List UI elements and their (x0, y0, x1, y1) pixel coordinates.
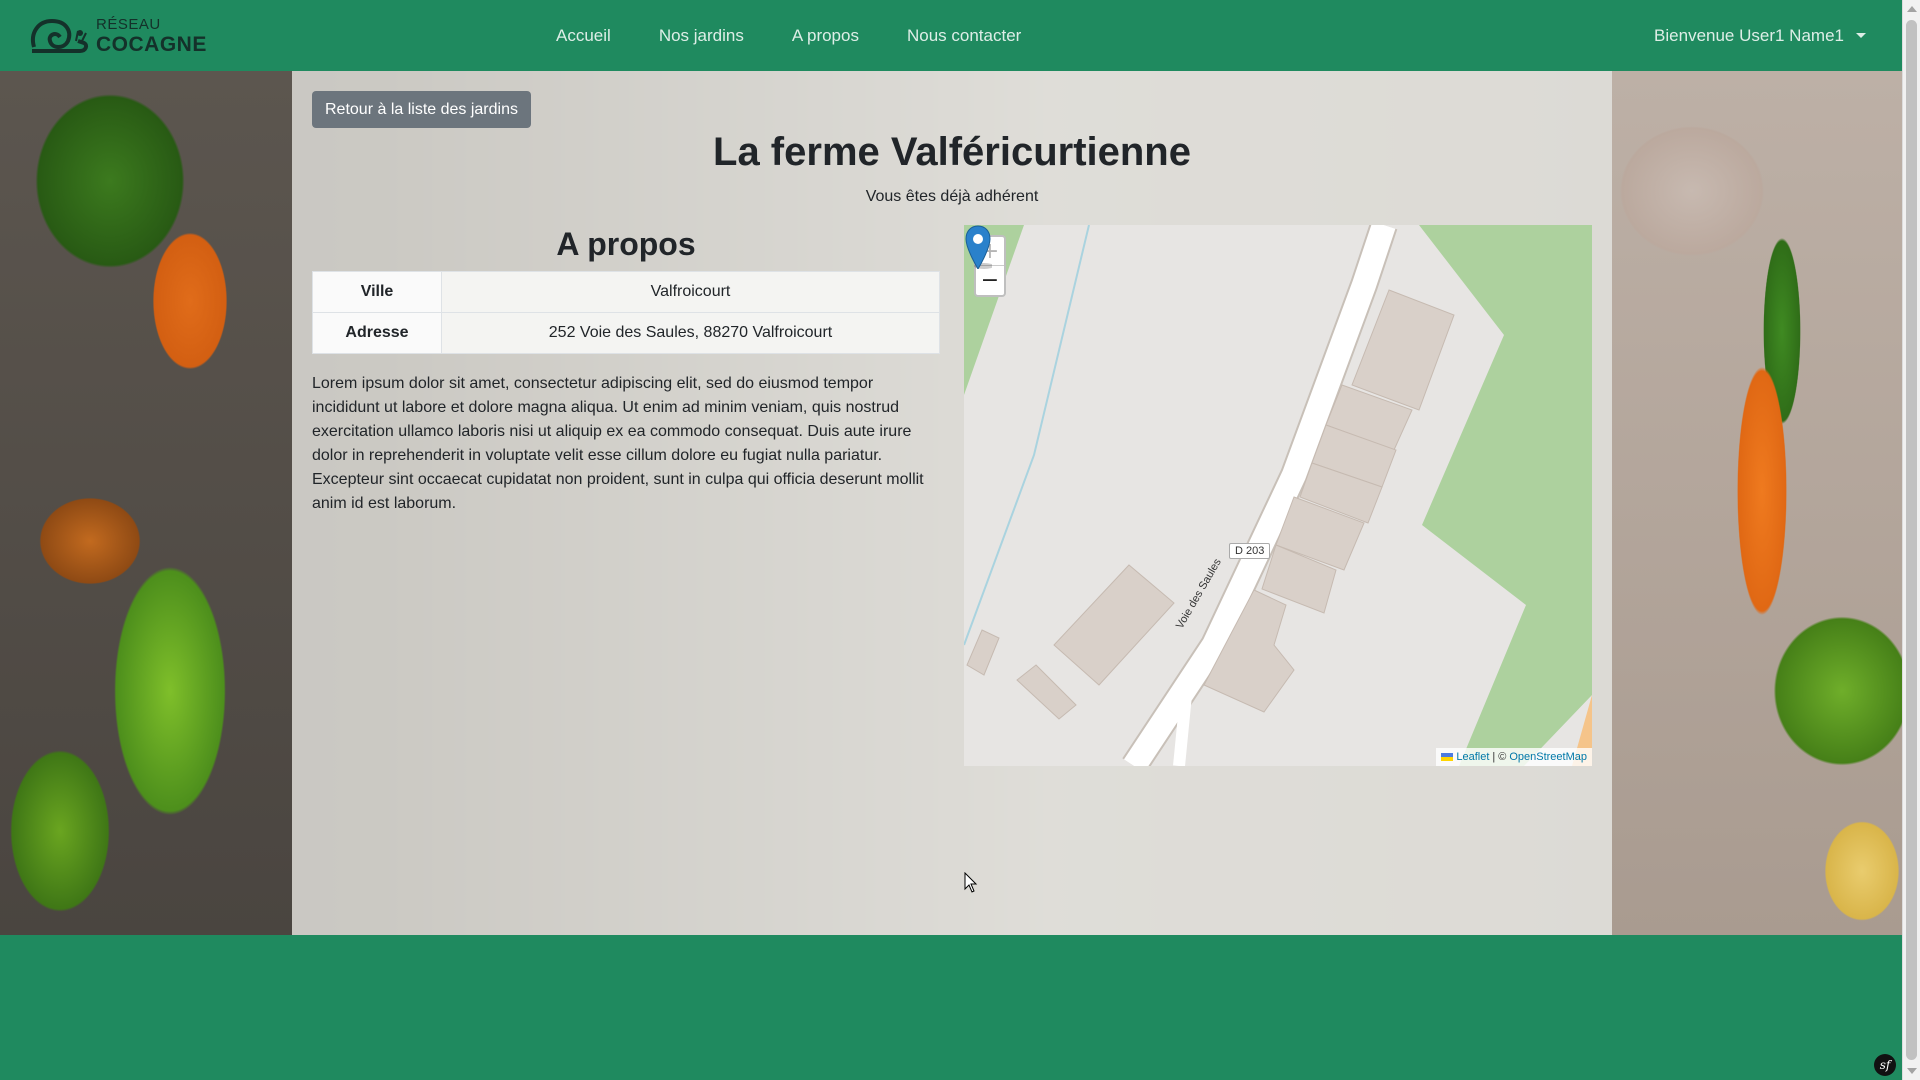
info-value-adresse: 252 Voie des Saules, 88270 Valfroicourt (441, 312, 940, 354)
symfony-icon[interactable]: sf (1874, 1054, 1896, 1076)
background-area: Retour à la liste des jardins La ferme V… (0, 71, 1902, 935)
nav-links: Accueil Nos jardins A propos Nous contac… (532, 0, 1045, 71)
map-road-branch (1173, 694, 1192, 766)
caret-down-icon (1856, 33, 1866, 38)
road-number-label: D 203 (1229, 543, 1271, 559)
map-marker-icon[interactable] (964, 225, 992, 269)
map-wood-right (1419, 225, 1592, 766)
user-dropdown[interactable]: Bienvenue User1 Name1 (1654, 0, 1866, 71)
ukraine-flag-icon (1441, 753, 1454, 761)
info-table: Ville Valfroicourt Adresse 252 Voie des … (312, 271, 940, 354)
nav-link-nos-jardins[interactable]: Nos jardins (635, 26, 768, 46)
info-label-ville: Ville (312, 271, 442, 313)
brand-text: RÉSEAU COCAGNE (96, 17, 207, 55)
navbar: RÉSEAU COCAGNE Accueil Nos jardins A pro… (0, 0, 1902, 71)
user-greeting: Bienvenue User1 Name1 (1654, 25, 1844, 45)
nav-link-nous-contacter[interactable]: Nous contacter (883, 26, 1045, 46)
content-panel: Retour à la liste des jardins La ferme V… (292, 71, 1612, 935)
vegetables-left-image (0, 71, 292, 935)
scroll-down-icon[interactable] (1907, 1068, 1917, 1074)
page-scrollbar[interactable] (1902, 0, 1920, 1080)
openstreetmap-link[interactable]: OpenStreetMap (1509, 751, 1587, 763)
table-row: Ville Valfroicourt (312, 271, 940, 313)
zoom-out-button[interactable]: − (976, 266, 1004, 295)
table-row: Adresse 252 Voie des Saules, 88270 Valfr… (312, 312, 940, 354)
brand-logo-link[interactable]: RÉSEAU COCAGNE (28, 12, 207, 60)
info-value-ville: Valfroicourt (441, 271, 940, 313)
leaflet-link[interactable]: Leaflet (1456, 751, 1489, 763)
back-to-gardens-button[interactable]: Retour à la liste des jardins (312, 91, 531, 128)
info-label-adresse: Adresse (312, 312, 442, 354)
nav-link-a-propos[interactable]: A propos (768, 26, 883, 46)
map-tiles (964, 225, 1592, 766)
attribution-separator: | (1492, 751, 1496, 763)
mouse-cursor-icon (964, 872, 978, 893)
scroll-up-icon[interactable] (1907, 6, 1917, 12)
page-title: La ferme Valféricurtienne (713, 130, 1191, 174)
scroll-thumb[interactable] (1906, 20, 1917, 1060)
copyright-symbol: © (1498, 751, 1507, 763)
snail-logo-icon (31, 18, 89, 53)
map-attribution: Leaflet | © OpenStreetMap (1436, 748, 1592, 766)
vegetables-right-image (1612, 71, 1902, 935)
nav-link-accueil[interactable]: Accueil (532, 26, 635, 46)
about-heading: A propos (556, 226, 696, 262)
garden-map[interactable]: + − D 203 Voie des Saules Leaflet | © Op… (964, 225, 1592, 766)
garden-description: Lorem ipsum dolor sit amet, consectetur … (312, 375, 924, 512)
brand-name: COCAGNE (96, 33, 207, 56)
brand-small-text: RÉSEAU (96, 16, 161, 33)
membership-status: Vous êtes déjà adhérent (865, 188, 1039, 205)
